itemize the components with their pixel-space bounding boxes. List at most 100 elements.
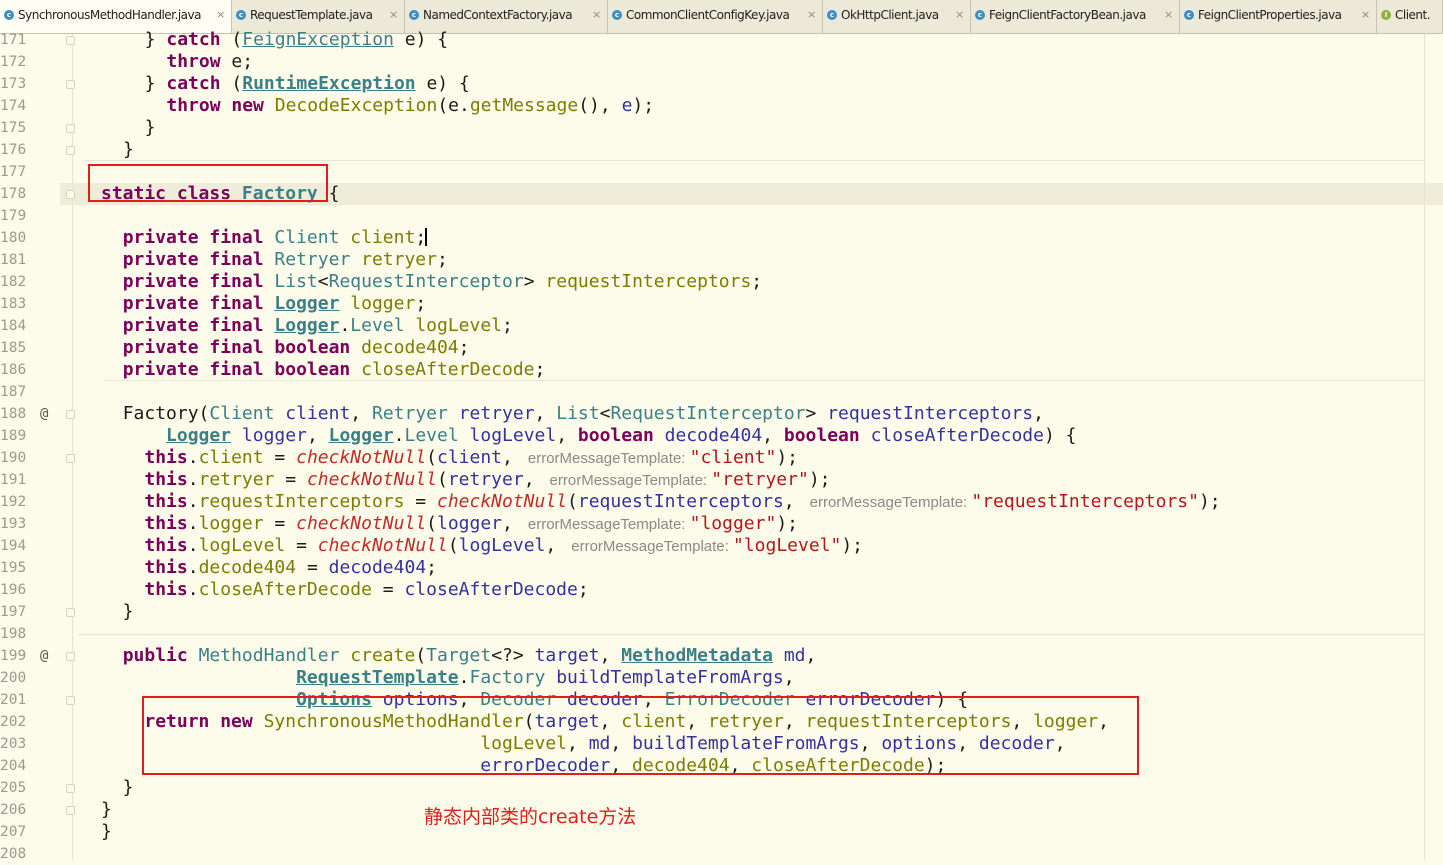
fold-toggle-icon[interactable]	[66, 806, 75, 815]
fold-toggle-icon[interactable]	[66, 124, 75, 133]
tab-client[interactable]: I Client.	[1377, 0, 1443, 33]
tab-close-icon[interactable]: ×	[592, 8, 601, 21]
code-line[interactable]: this.logLevel = checkNotNull(logLevel, e…	[101, 535, 863, 557]
fold-toggle-icon[interactable]	[66, 454, 75, 463]
code-line[interactable]: this.client = checkNotNull(client, error…	[101, 447, 798, 469]
tab-commonclientconfigkey[interactable]: c CommonClientConfigKey.java ×	[608, 0, 823, 33]
code-line[interactable]: }	[101, 821, 112, 843]
code-line[interactable]: }	[101, 799, 112, 821]
code-token: Target	[426, 645, 492, 666]
line-number: 200	[0, 670, 27, 686]
code-line[interactable]: this.retryer = checkNotNull(retryer, err…	[101, 469, 830, 491]
fold-toggle-icon[interactable]	[66, 36, 75, 45]
code-token: this	[144, 447, 188, 468]
annotation-note: 静态内部类的create方法	[424, 806, 637, 828]
tab-feignclientproperties[interactable]: c FeignClientProperties.java ×	[1180, 0, 1377, 33]
code-line[interactable]: throw new DecodeException(e.getMessage()…	[123, 95, 654, 117]
code-token: retryer	[361, 249, 437, 270]
code-token: client	[437, 447, 503, 468]
highlight-box-factory-class	[88, 164, 328, 202]
code-line[interactable]: }	[101, 777, 134, 799]
tab-close-icon[interactable]: ×	[389, 8, 398, 21]
line-number: 193	[0, 516, 27, 532]
code-line[interactable]: Logger logger, Logger.Level logLevel, bo…	[101, 425, 1076, 447]
code-line[interactable]: } catch (RuntimeException e) {	[123, 73, 470, 95]
code-token: throw new	[166, 95, 264, 116]
line-number: 180	[0, 230, 27, 246]
code-token: ,	[599, 645, 622, 666]
code-token: md	[783, 645, 806, 666]
code-token: ;	[458, 337, 470, 358]
line-number: 174	[0, 98, 27, 114]
fold-toggle-icon[interactable]	[66, 784, 75, 793]
fold-toggle-icon[interactable]	[66, 652, 75, 661]
code-token: =	[404, 491, 437, 512]
class-icon: c	[975, 10, 985, 20]
code-line[interactable]: private final List<RequestInterceptor> r…	[101, 271, 762, 293]
code-token: closeAfterDecode	[404, 579, 578, 600]
code-line[interactable]: RequestTemplate.Factory buildTemplateFro…	[101, 667, 795, 689]
line-number: 199	[0, 648, 27, 664]
line-number: 195	[0, 560, 27, 576]
tab-okhttpclient[interactable]: c OkHttpClient.java ×	[823, 0, 971, 33]
code-token: Client	[274, 227, 340, 248]
tab-feignclientfactorybean[interactable]: c FeignClientFactoryBean.java ×	[971, 0, 1180, 33]
code-line[interactable]: private final boolean decode404;	[101, 337, 470, 359]
method-separator	[104, 380, 1424, 381]
fold-toggle-icon[interactable]	[66, 410, 75, 419]
code-line[interactable]: private final Logger.Level logLevel;	[101, 315, 513, 337]
code-token: Factory	[469, 667, 546, 688]
tab-label: OkHttpClient.java	[841, 8, 939, 22]
override-marker-icon[interactable]: @	[40, 403, 48, 425]
line-number: 183	[0, 296, 27, 312]
code-token: target	[534, 645, 600, 666]
code-line[interactable]: this.logger = checkNotNull(logger, error…	[101, 513, 798, 535]
tab-close-icon[interactable]: ×	[955, 8, 964, 21]
code-line[interactable]: Factory(Client client, Retryer retryer, …	[101, 403, 1044, 425]
line-number: 179	[0, 208, 27, 224]
code-token: <	[317, 271, 329, 292]
code-token: "logLevel"	[732, 535, 842, 556]
tab-close-icon[interactable]: ×	[807, 8, 816, 21]
line-number: 196	[0, 582, 27, 598]
code-token: (	[220, 73, 243, 94]
code-token: retryer	[198, 469, 275, 490]
tab-close-icon[interactable]: ×	[1164, 8, 1173, 21]
code-token: .	[339, 315, 351, 336]
code-line[interactable]: }	[101, 601, 134, 623]
code-line[interactable]: this.decode404 = decode404;	[101, 557, 437, 579]
code-token: =	[263, 447, 297, 468]
code-token: List	[274, 271, 318, 292]
override-marker-icon[interactable]: @	[40, 645, 48, 667]
fold-toggle-icon[interactable]	[66, 608, 75, 617]
code-token: getMessage	[469, 95, 579, 116]
code-token: .	[187, 513, 199, 534]
code-line[interactable]: private final boolean closeAfterDecode;	[101, 359, 546, 381]
fold-toggle-icon[interactable]	[66, 696, 75, 705]
code-line[interactable]: this.closeAfterDecode = closeAfterDecode…	[101, 579, 588, 601]
code-line[interactable]: public MethodHandler create(Target<?> ta…	[101, 645, 817, 667]
code-line[interactable]: this.requestInterceptors = checkNotNull(…	[101, 491, 1220, 513]
code-token: closeAfterDecode	[361, 359, 535, 380]
code-token: requestInterceptors	[827, 403, 1034, 424]
code-line[interactable]: private final Client client;	[101, 227, 428, 249]
tab-close-icon[interactable]: ×	[1361, 8, 1370, 21]
code-token: .	[393, 425, 405, 446]
code-line[interactable]: throw e;	[123, 51, 253, 73]
tab-close-icon[interactable]: ×	[216, 8, 225, 21]
fold-toggle-icon[interactable]	[66, 190, 75, 199]
code-line[interactable]: private final Logger logger;	[101, 293, 426, 315]
code-token: closeAfterDecode	[198, 579, 372, 600]
class-icon: c	[1184, 10, 1194, 20]
code-line[interactable]: private final Retryer retryer;	[101, 249, 448, 271]
fold-toggle-icon[interactable]	[66, 146, 75, 155]
line-number: 198	[0, 626, 27, 642]
code-line[interactable]: } catch (FeignException e) {	[123, 29, 448, 51]
fold-toggle-icon[interactable]	[66, 80, 75, 89]
right-margin-guide	[1424, 34, 1425, 860]
code-line[interactable]: }	[123, 139, 134, 161]
code-line[interactable]: }	[123, 117, 156, 139]
code-token: logger	[241, 425, 307, 446]
